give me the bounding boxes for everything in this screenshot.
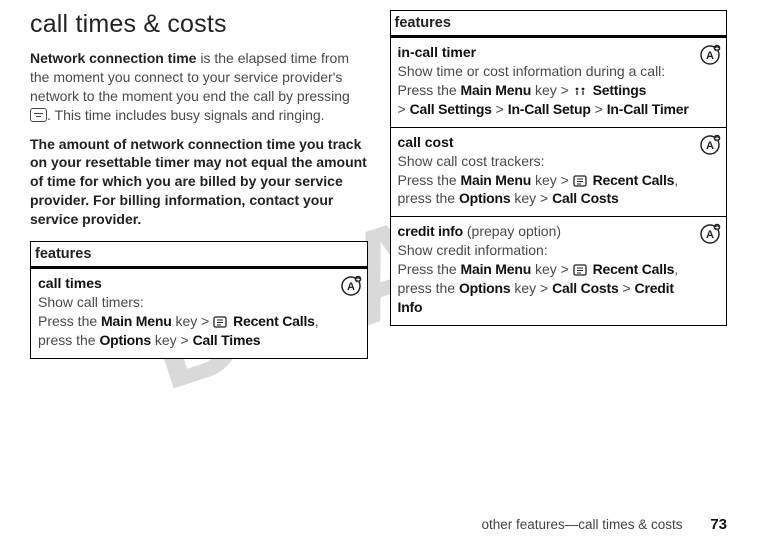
row-steps: Press the Main Menu key > Recent Calls, … [38, 312, 334, 350]
row-steps: Press the Main Menu key > Settings > Cal… [398, 81, 694, 119]
end-key-icon [30, 108, 47, 122]
intro-paragraph-1: Network connection time is the elapsed t… [30, 49, 368, 125]
feature-badge-icon: A + [340, 275, 360, 295]
features-table-left: features A + call times [30, 241, 368, 359]
recent-calls-icon [213, 314, 227, 326]
footer-section: other features—call times & costs [481, 517, 682, 532]
table-row: A + in-call timer Show time or cost info… [390, 37, 727, 128]
svg-text:A: A [347, 281, 355, 293]
svg-text:+: + [715, 46, 719, 53]
lead-term: Network connection time [30, 50, 196, 66]
feature-badge-icon: A + [699, 223, 719, 243]
page-footer: other features—call times & costs 73 [481, 516, 727, 533]
para1-text-b: . This time includes busy signals and ri… [47, 107, 325, 123]
row-body: Show call cost trackers: [398, 152, 694, 171]
svg-text:A: A [706, 229, 714, 241]
feature-badge-icon: A + [699, 134, 719, 154]
row-title: call times [38, 275, 334, 291]
row-body: Show credit information: [398, 241, 694, 260]
row-title: in-call timer [398, 44, 694, 60]
left-column: call times & costs Network connection ti… [30, 10, 368, 359]
table-header: features [31, 242, 368, 268]
recent-calls-icon [573, 173, 587, 185]
table-row: A + credit info (prepay option) Show cre… [390, 217, 727, 326]
svg-text:A: A [706, 50, 714, 62]
right-column: features A + in-call timer [390, 10, 728, 359]
features-table-right: features A + in-call timer [390, 10, 728, 326]
row-body: Show call timers: [38, 293, 334, 312]
page-number: 73 [710, 516, 727, 533]
recent-calls-icon [573, 262, 587, 274]
svg-text:+: + [355, 277, 359, 284]
intro-paragraph-2: The amount of network connection time yo… [30, 135, 368, 229]
svg-text:A: A [706, 140, 714, 152]
table-row: A + call times Show call timers: Press t… [31, 268, 368, 359]
settings-icon [573, 83, 587, 95]
table-row: A + call cost Show call cost trackers: P… [390, 127, 727, 217]
section-heading: call times & costs [30, 10, 368, 39]
svg-text:+: + [715, 136, 719, 143]
row-steps: Press the Main Menu key > Recent Calls, … [398, 260, 694, 317]
svg-text:+: + [715, 225, 719, 232]
row-body: Show time or cost information during a c… [398, 62, 694, 81]
table-header: features [390, 11, 727, 37]
row-title: call cost [398, 134, 694, 150]
row-steps: Press the Main Menu key > Recent Calls, … [398, 171, 694, 209]
row-title: credit info (prepay option) [398, 223, 694, 239]
feature-badge-icon: A + [699, 44, 719, 64]
